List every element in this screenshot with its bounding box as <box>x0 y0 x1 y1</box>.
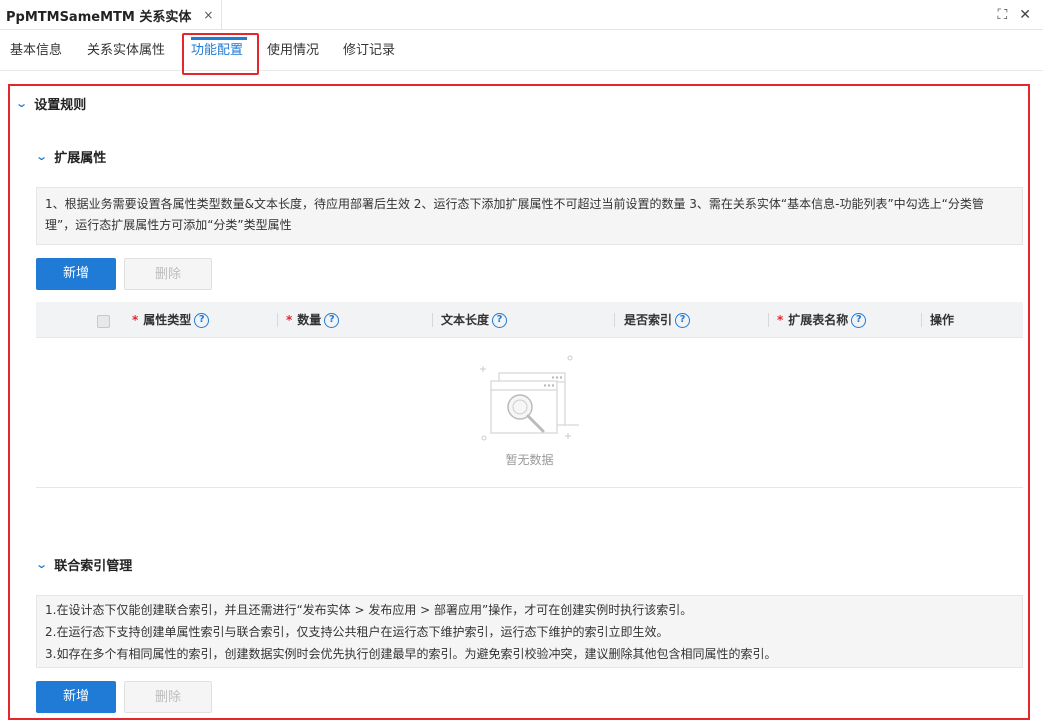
help-icon[interactable]: ? <box>492 312 508 328</box>
delete-joint-index-button[interactable]: 删除 <box>124 681 212 713</box>
help-icon[interactable]: ? <box>675 312 691 328</box>
document-tab-title: PpMTMSameMTM 关系实体 <box>6 9 192 25</box>
tab-highlight-box <box>182 33 259 75</box>
column-separator <box>432 313 433 327</box>
column-ext-table: * 扩展表名称 ? <box>777 302 867 338</box>
add-extend-button[interactable]: 新增 <box>36 258 116 290</box>
empty-data-icon <box>480 355 579 441</box>
required-mark: * <box>777 313 784 327</box>
extend-section-title: 扩展属性 <box>54 150 107 166</box>
joint-index-section-title: 联合索引管理 <box>54 558 133 574</box>
column-actions: 操作 <box>930 302 954 338</box>
settings-section-header[interactable]: ⌄ 设置规则 <box>15 93 87 113</box>
tab-basic-info[interactable]: 基本信息 <box>10 31 62 71</box>
column-text-length: 文本长度 ? <box>441 302 508 338</box>
column-separator <box>277 313 278 327</box>
joint-index-note: 1.在设计态下仅能创建联合索引，并且还需进行“发布实体 > 发布应用 > 部署应… <box>45 603 693 617</box>
column-count-label: 数量 <box>297 313 322 327</box>
extend-notice-line: 理”，运行态扩展属性方可添加“分类”类型属性 <box>45 218 292 232</box>
extend-notice-line: 1、根据业务需要设置各属性类型数量&文本长度，待应用部署后生效 2、运行态下添加… <box>45 197 984 211</box>
fullscreen-icon[interactable]: ⛶ <box>997 7 1007 23</box>
delete-extend-button[interactable]: 删除 <box>124 258 212 290</box>
column-is-index: 是否索引 ? <box>624 302 691 338</box>
close-tab-icon[interactable]: × <box>203 8 213 22</box>
column-attr-type-label: 属性类型 <box>143 313 192 327</box>
tab-relation-attributes[interactable]: 关系实体属性 <box>87 31 165 71</box>
column-actions-label: 操作 <box>930 313 955 327</box>
add-joint-index-button[interactable]: 新增 <box>36 681 116 713</box>
window-controls: ⛶ ✕ <box>997 0 1031 30</box>
document-tab[interactable]: PpMTMSameMTM 关系实体 × <box>0 0 223 30</box>
column-ext-table-label: 扩展表名称 <box>788 313 849 327</box>
extend-table-header: * 属性类型 ? * 数量 ? 文本长度 ? 是否索引 ? * 扩展表名称 ? … <box>36 302 1023 338</box>
empty-data-text: 暂无数据 <box>505 453 554 467</box>
select-all-checkbox[interactable] <box>97 315 110 328</box>
help-icon[interactable]: ? <box>194 312 210 328</box>
column-is-index-label: 是否索引 <box>624 313 673 327</box>
extend-notice: 1、根据业务需要设置各属性类型数量&文本长度，待应用部署后生效 2、运行态下添加… <box>36 187 1023 245</box>
tab-bar: 基本信息 关系实体属性 功能配置 使用情况 修订记录 <box>0 31 1043 71</box>
joint-index-notice: 1.在设计态下仅能创建联合索引，并且还需进行“发布实体 > 发布应用 > 部署应… <box>36 595 1023 668</box>
help-icon[interactable]: ? <box>851 312 867 328</box>
help-icon[interactable]: ? <box>324 312 340 328</box>
chevron-down-icon: ⌄ <box>35 557 49 571</box>
column-attr-type: * 属性类型 ? <box>132 302 210 338</box>
tab-usage[interactable]: 使用情况 <box>267 31 319 71</box>
title-bar: PpMTMSameMTM 关系实体 × ⛶ ✕ <box>0 0 1043 30</box>
required-mark: * <box>132 313 139 327</box>
window-close-icon[interactable]: ✕ <box>1019 7 1031 23</box>
required-mark: * <box>286 313 293 327</box>
joint-index-section-header[interactable]: ⌄ 联合索引管理 <box>35 554 133 574</box>
joint-index-note: 2.在运行态下支持创建单属性索引与联合索引，仅支持公共租户在运行态下维护索引，运… <box>45 625 669 639</box>
column-separator <box>921 313 922 327</box>
chevron-down-icon: ⌄ <box>35 149 49 163</box>
extend-table-empty: 暂无数据 <box>36 338 1023 488</box>
extend-section-header[interactable]: ⌄ 扩展属性 <box>35 146 107 166</box>
settings-section-title: 设置规则 <box>34 97 87 113</box>
column-separator <box>768 313 769 327</box>
tab-revision-history[interactable]: 修订记录 <box>343 31 395 71</box>
chevron-down-icon: ⌄ <box>15 96 29 110</box>
joint-index-note: 3.如存在多个有相同属性的索引，创建数据实例时会优先执行创建最早的索引。为避免索… <box>45 647 777 661</box>
column-separator <box>614 313 615 327</box>
column-text-length-label: 文本长度 <box>441 313 490 327</box>
column-count: * 数量 ? <box>286 302 340 338</box>
